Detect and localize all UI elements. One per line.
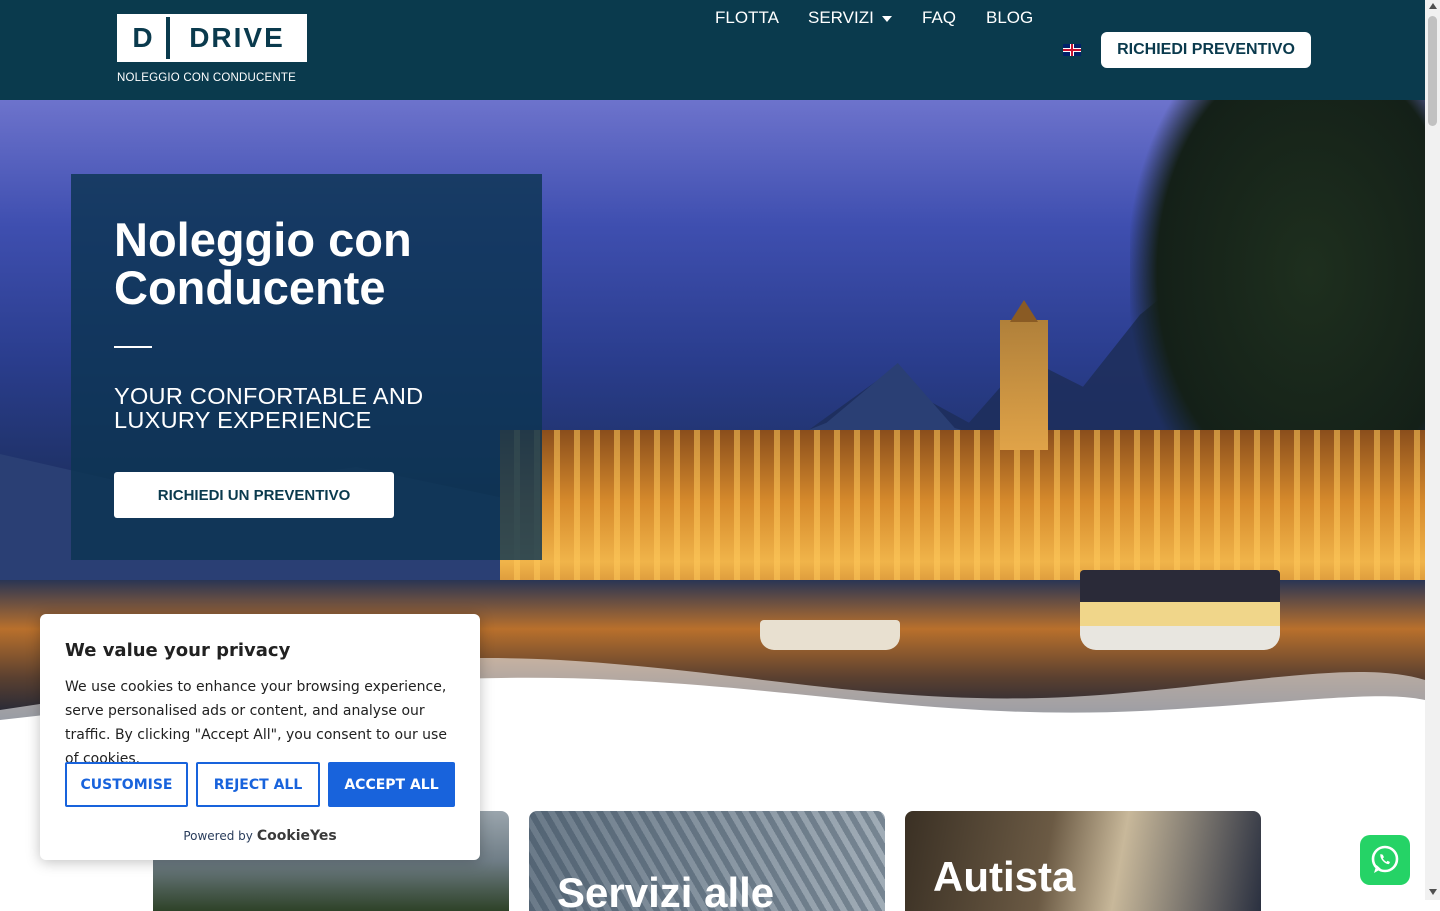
service-card[interactable]: Servizi alle	[529, 811, 885, 911]
site-header: D DRIVE NOLEGGIO CON CONDUCENTE FLOTTA S…	[0, 0, 1425, 100]
powered-by-label: Powered by	[183, 829, 253, 843]
logo-tagline: NOLEGGIO CON CONDUCENTE	[117, 72, 297, 84]
caret-down-icon	[881, 16, 892, 22]
hero-divider	[114, 346, 152, 348]
uk-flag-icon[interactable]	[1063, 44, 1081, 56]
page-scrollbar[interactable]	[1425, 0, 1440, 900]
hero-title: Noleggio con Conducente	[114, 213, 412, 314]
cookie-powered-by[interactable]: Powered by CookieYes	[40, 828, 480, 844]
service-card-title: Servizi alle	[557, 869, 775, 911]
scroll-up-icon[interactable]	[1429, 3, 1437, 9]
whatsapp-icon	[1371, 845, 1399, 873]
nav-item-blog[interactable]: BLOG	[986, 0, 1033, 36]
cookie-consent-banner: We value your privacy We use cookies to …	[40, 614, 480, 860]
hero-image-ferry	[1080, 570, 1280, 650]
logo-name: DRIVE	[170, 17, 304, 59]
nav-item-faq[interactable]: FAQ	[922, 0, 956, 36]
nav-item-flotta[interactable]: FLOTTA	[715, 0, 779, 36]
nav-item-servizi[interactable]: SERVIZI	[808, 0, 892, 36]
cookieyes-logo: CookieYes	[256, 828, 337, 844]
logo-mark: D DRIVE	[117, 14, 307, 62]
hero-request-quote-button[interactable]: RICHIEDI UN PREVENTIVO	[114, 472, 394, 518]
request-quote-button[interactable]: RICHIEDI PREVENTIVO	[1101, 32, 1311, 68]
nav-item-label: FLOTTA	[715, 8, 779, 27]
cookie-description: We use cookies to enhance your browsing …	[65, 679, 447, 767]
scrollbar-thumb[interactable]	[1428, 16, 1437, 126]
whatsapp-chat-button[interactable]	[1360, 835, 1410, 885]
cookie-customise-button[interactable]: CUSTOMISE	[65, 762, 188, 807]
cookie-accept-all-button[interactable]: ACCEPT ALL	[328, 762, 455, 807]
cookie-reject-all-button[interactable]: REJECT ALL	[196, 762, 320, 807]
service-card-title: Autista	[933, 853, 1076, 900]
nav-item-label: FAQ	[922, 8, 957, 27]
service-card[interactable]: Autista	[905, 811, 1261, 911]
scroll-down-icon[interactable]	[1429, 889, 1437, 895]
hero-image-tower	[1000, 320, 1048, 450]
hero-subtitle: YOUR CONFORTABLE AND LUXURY EXPERIENCE	[114, 383, 424, 433]
nav-item-label: SERVIZI	[808, 8, 874, 27]
site-logo[interactable]: D DRIVE NOLEGGIO CON CONDUCENTE	[117, 14, 307, 84]
hero-card: Noleggio con Conducente YOUR CONFORTABLE…	[71, 174, 542, 560]
nav-item-label: BLOG	[986, 8, 1034, 27]
logo-letter: D	[120, 17, 166, 59]
cookie-title: We value your privacy	[65, 640, 291, 661]
